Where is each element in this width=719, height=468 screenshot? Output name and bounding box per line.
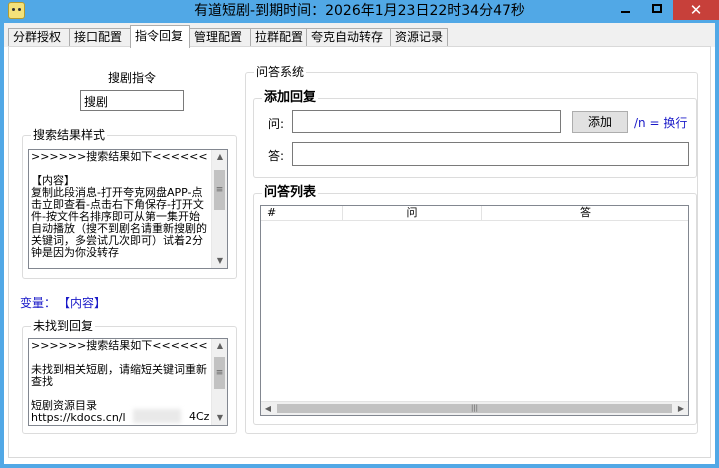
- maximize-button[interactable]: [641, 0, 673, 20]
- newline-hint: /n = 换行: [634, 116, 688, 130]
- search-result-style-text: >>>>>>搜索结果如下<<<<<< 【内容】 复制此段消息-打开夸克网盘APP…: [31, 150, 208, 259]
- tab-group-auth[interactable]: 分群授权: [8, 28, 70, 47]
- tab-command-reply[interactable]: 指令回复: [130, 25, 190, 48]
- qa-system-title: 问答系统: [254, 65, 307, 79]
- scroll-down-arrow-icon[interactable]: ▼: [212, 411, 227, 425]
- minimize-icon: [621, 11, 630, 13]
- window-frame-right: [715, 23, 719, 468]
- scroll-thumb[interactable]: [214, 357, 225, 389]
- tab-admin-config[interactable]: 管理配置: [189, 28, 251, 47]
- search-result-style-textarea[interactable]: >>>>>>搜索结果如下<<<<<< 【内容】 复制此段消息-打开夸克网盘APP…: [28, 149, 228, 269]
- answer-label: 答:: [268, 149, 285, 163]
- qa-list-hscrollbar[interactable]: ◀ ▶: [261, 401, 688, 415]
- not-found-url-tail: 4Cz: [189, 410, 210, 423]
- scroll-thumb[interactable]: [214, 170, 225, 210]
- not-found-reply-scrollbar[interactable]: ▲ ▼: [211, 339, 227, 425]
- maximize-icon: [652, 4, 662, 13]
- variable-label: 变量：: [20, 296, 57, 310]
- close-button[interactable]: ✕: [673, 0, 719, 20]
- column-header-index[interactable]: #: [261, 206, 343, 221]
- scroll-left-arrow-icon[interactable]: ◀: [261, 402, 275, 415]
- not-found-reply-textarea[interactable]: >>>>>>搜索结果如下<<<<<< 未找到相关短剧，请缩短关键词重新查找 短剧…: [28, 338, 228, 426]
- tab-group-pull-config[interactable]: 拉群配置: [250, 28, 307, 47]
- tab-resource-log[interactable]: 资源记录: [390, 28, 448, 47]
- variable-value: 【内容】: [58, 296, 107, 310]
- scroll-right-arrow-icon[interactable]: ▶: [674, 402, 688, 415]
- window-frame-bottom: [0, 464, 719, 468]
- qa-list-table[interactable]: # 问 答 ◀ ▶: [260, 205, 689, 416]
- add-reply-title: 添加回复: [262, 90, 319, 105]
- tab-api-config[interactable]: 接口配置: [69, 28, 131, 47]
- hscroll-thumb[interactable]: [277, 404, 672, 413]
- search-command-input[interactable]: 搜剧: [80, 90, 184, 111]
- tab-quark-auto-save[interactable]: 夸克自动转存: [306, 28, 391, 47]
- add-button[interactable]: 添加: [572, 111, 628, 133]
- scroll-up-arrow-icon[interactable]: ▲: [212, 339, 227, 353]
- search-result-style-scrollbar[interactable]: ▲ ▼: [211, 150, 227, 268]
- question-input[interactable]: [292, 110, 561, 133]
- redacted-area: [133, 409, 181, 423]
- window-frame-left: [0, 23, 4, 468]
- close-icon: ✕: [689, 1, 703, 19]
- title-bar: 有道短剧-到期时间：2026年1月23日22时34分47秒 ✕: [0, 0, 719, 23]
- search-result-style-title: 搜索结果样式: [31, 128, 108, 142]
- answer-input[interactable]: [292, 142, 689, 166]
- not-found-reply-text: >>>>>>搜索结果如下<<<<<< 未找到相关短剧，请缩短关键词重新查找 短剧…: [31, 339, 208, 424]
- scroll-up-arrow-icon[interactable]: ▲: [212, 150, 227, 164]
- question-label: 问:: [268, 117, 285, 131]
- search-command-label: 搜剧指令: [108, 71, 157, 85]
- qa-list-title: 问答列表: [262, 185, 319, 200]
- column-header-question[interactable]: 问: [343, 206, 482, 221]
- not-found-reply-title: 未找到回复: [31, 319, 96, 333]
- scroll-down-arrow-icon[interactable]: ▼: [212, 254, 227, 268]
- column-header-answer[interactable]: 答: [482, 206, 688, 221]
- minimize-button[interactable]: [609, 0, 641, 20]
- tab-bar: 分群授权 接口配置 指令回复 管理配置 拉群配置 夸克自动转存 资源记录: [4, 23, 715, 48]
